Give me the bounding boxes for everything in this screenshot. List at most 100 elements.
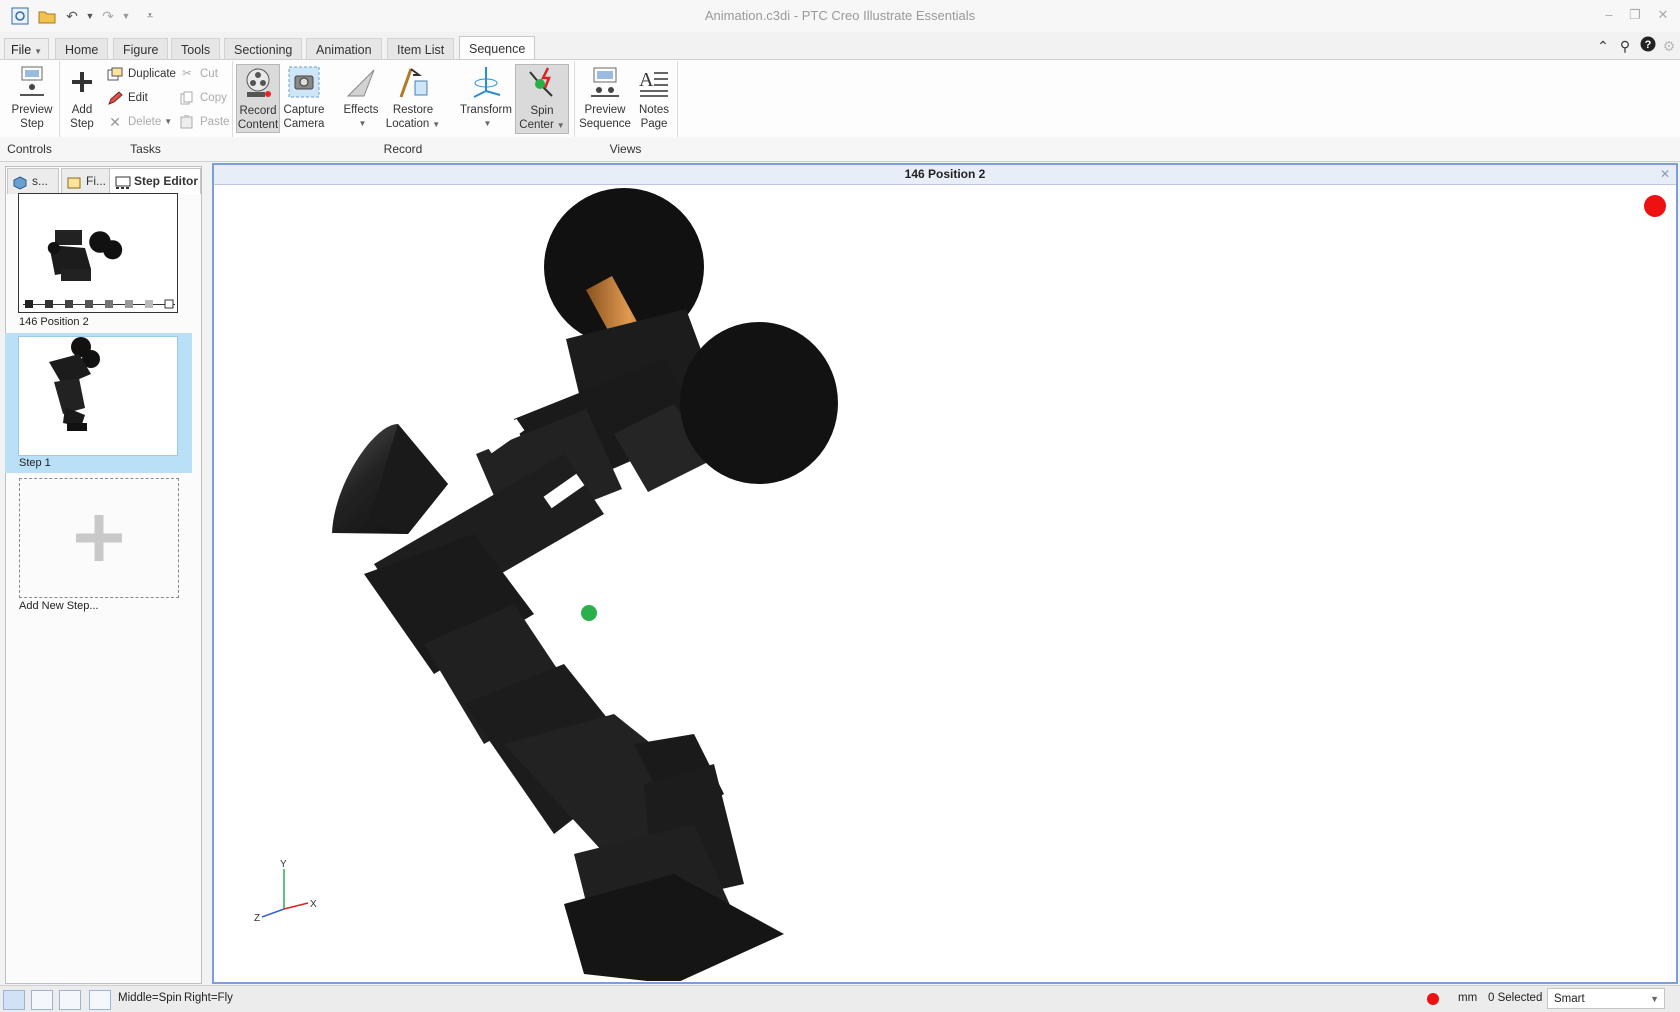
layout-single-button[interactable]: [3, 990, 25, 1010]
restore-location-button[interactable]: Restore Location ▼: [384, 64, 442, 132]
preview-step-icon: [15, 64, 49, 100]
tab-animation[interactable]: Animation: [306, 38, 382, 61]
effects-label: Effects: [343, 104, 379, 116]
status-bar: Middle=Spin Right=Fly mm 0 Selected Smar…: [0, 985, 1680, 1012]
viewport-title: 146 Position 2 ✕: [214, 165, 1676, 185]
plus-icon: [65, 64, 99, 100]
record-content-label-1: Record: [239, 105, 277, 117]
capture-camera-button[interactable]: Capture Camera: [283, 64, 325, 131]
duplicate-button[interactable]: Duplicate: [106, 64, 176, 84]
delete-label: Delete: [128, 116, 162, 128]
group-label-tasks: Tasks: [130, 142, 161, 156]
group-label-controls: Controls: [7, 142, 52, 156]
svg-text:A: A: [639, 69, 654, 91]
delete-icon: ✕: [109, 114, 121, 130]
edit-label: Edit: [128, 92, 148, 104]
tab-step-editor-label: Step Editor: [134, 174, 199, 188]
collapse-ribbon-icon[interactable]: ⌃: [1593, 36, 1613, 56]
restore-location-label-2: Location: [385, 118, 430, 130]
units-label[interactable]: mm: [1458, 992, 1477, 1004]
robot-thumbnail-image: [23, 230, 175, 309]
plus-icon: [76, 515, 122, 561]
effects-icon: [344, 64, 378, 100]
chevron-down-icon: ▼: [358, 119, 367, 128]
preview-step-label-2: Step: [20, 118, 44, 130]
robot-thumbnail-image: [49, 337, 100, 431]
cut-label: Cut: [200, 68, 218, 80]
transform-button[interactable]: Transform ▼: [458, 64, 514, 131]
preview-sequence-button[interactable]: Preview Sequence: [578, 64, 632, 131]
window-title: Animation.c3di - PTC Creo Illustrate Ess…: [704, 8, 976, 23]
add-step-label-2: Step: [70, 118, 94, 130]
layout-split-horizontal-button[interactable]: [59, 990, 81, 1010]
help-icon[interactable]: ?: [1638, 36, 1658, 56]
paste-button[interactable]: Paste: [178, 112, 229, 132]
notes-page-icon: A: [637, 64, 671, 100]
copy-label: Copy: [200, 92, 227, 104]
spin-center-marker[interactable]: [581, 605, 597, 621]
chevron-down-icon: ▼: [1650, 994, 1659, 1004]
tab-home[interactable]: Home: [55, 38, 109, 61]
ribbon: Preview Step Add Step Duplicate Edit ✕ D…: [0, 59, 1680, 139]
add-step-button[interactable]: Add Step: [64, 64, 100, 131]
step-thumbnail[interactable]: [18, 336, 178, 456]
layout-full-button[interactable]: [89, 990, 111, 1010]
step-label: 146 Position 2: [19, 316, 89, 328]
notes-page-button[interactable]: A Notes Page: [634, 64, 674, 131]
copy-button[interactable]: Copy: [178, 88, 227, 108]
tab-figures[interactable]: Fi...: [61, 168, 113, 194]
record-content-icon: [241, 65, 275, 101]
delete-button[interactable]: ✕ Delete ▼: [106, 112, 172, 132]
scissors-icon: ✂: [182, 68, 192, 80]
axis-x-label: X: [310, 899, 317, 910]
tab-sectioning[interactable]: Sectioning: [224, 38, 303, 61]
minimize-icon[interactable]: –: [1598, 7, 1620, 25]
figure-icon: [67, 174, 81, 189]
restore-icon[interactable]: ❐: [1624, 7, 1646, 25]
notes-page-label-2: Page: [640, 118, 668, 130]
search-icon[interactable]: ⚲: [1615, 36, 1635, 56]
chevron-down-icon: ▼: [34, 47, 43, 56]
layout-split-vertical-button[interactable]: [31, 990, 53, 1010]
transform-icon: [469, 64, 503, 100]
close-icon[interactable]: ✕: [1652, 7, 1674, 25]
selection-filter-select[interactable]: Smart ▼: [1547, 988, 1665, 1009]
spin-center-label-1: Spin: [530, 105, 554, 117]
chevron-down-icon: ▼: [483, 119, 492, 128]
selection-count: 0 Selected: [1488, 992, 1543, 1004]
restore-location-label-1: Restore: [392, 104, 434, 116]
preview-step-button[interactable]: Preview Step: [8, 64, 56, 131]
record-content-button[interactable]: Record Content: [236, 64, 280, 133]
edit-button[interactable]: Edit: [106, 88, 148, 108]
tab-item-list[interactable]: Item List: [387, 38, 455, 61]
settings-icon[interactable]: ⚙: [1659, 36, 1679, 56]
ribbon-tabs: File ▼ Home Figure Tools Sectioning Anima…: [0, 34, 1680, 62]
3d-viewport[interactable]: 146 Position 2 ✕ Y X Z: [212, 163, 1678, 984]
close-icon[interactable]: ✕: [1660, 165, 1670, 184]
spin-center-button[interactable]: Spin Center ▼: [515, 64, 569, 134]
transform-label: Transform: [460, 104, 512, 116]
spin-center-icon: [525, 65, 559, 101]
tab-figure[interactable]: Figure: [113, 38, 169, 61]
pencil-icon: [106, 90, 124, 106]
tab-tools[interactable]: Tools: [171, 38, 221, 61]
title-bar: ↶ ▼ ↷ ▼ ⩡ Animation.c3di - PTC Creo Illu…: [0, 0, 1680, 32]
step-thumbnail[interactable]: [18, 193, 178, 313]
robot-model[interactable]: Y X Z: [214, 184, 1676, 981]
step-editor-icon: [115, 174, 131, 189]
preview-sequence-label-1: Preview: [584, 104, 626, 116]
file-menu-label: File: [11, 43, 32, 57]
tab-structure[interactable]: s...: [7, 168, 59, 194]
cube-icon: [13, 174, 27, 190]
preview-sequence-label-2: Sequence: [579, 118, 631, 130]
preview-step-label-1: Preview: [11, 104, 53, 116]
mouse-hint-middle: Middle=Spin: [118, 992, 182, 1004]
spin-center-label-2: Center: [519, 119, 554, 131]
timeline-markers: [23, 299, 175, 309]
tab-figures-label: Fi...: [86, 174, 106, 188]
add-new-step-button[interactable]: [19, 478, 179, 598]
tab-step-editor[interactable]: Step Editor: [109, 168, 201, 194]
effects-button[interactable]: Effects ▼: [338, 64, 384, 131]
cut-button[interactable]: ✂ Cut: [178, 64, 218, 84]
group-label-views: Views: [609, 142, 642, 156]
